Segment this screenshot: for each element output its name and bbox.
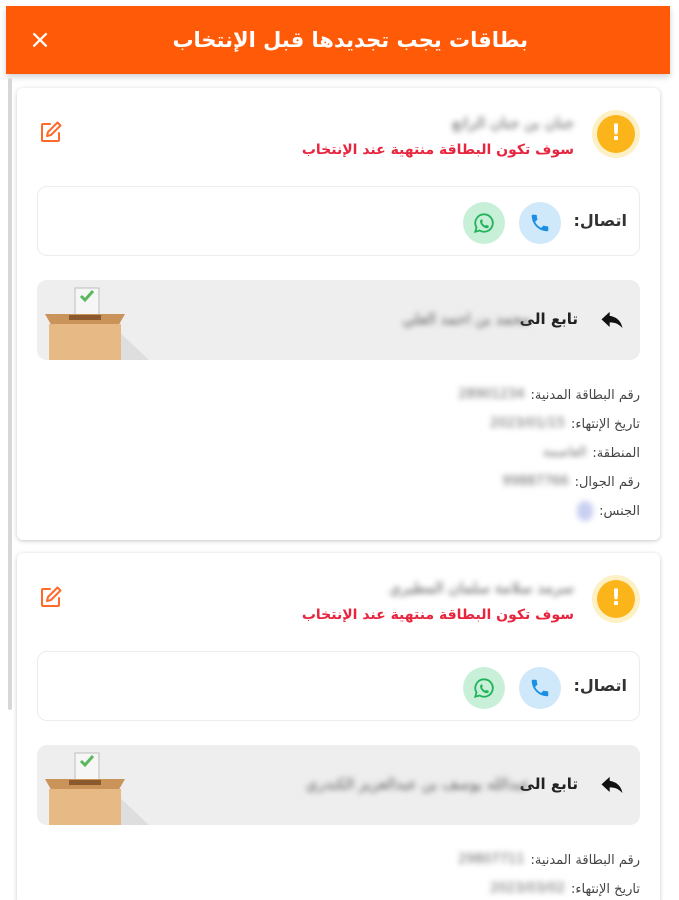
mobile-row: رقم الجوال: 99887766 bbox=[240, 471, 640, 500]
follow-name: عبدالله يوسف بن عبدالعزيز الكندري bbox=[305, 775, 530, 793]
gender-value: ذ bbox=[577, 500, 594, 521]
expiry-value: 2023/03/02 bbox=[490, 881, 565, 896]
civil-id-value: 29807711 bbox=[458, 852, 525, 867]
follow-name: محمد بن احمد العلي bbox=[402, 310, 530, 328]
phone-button[interactable] bbox=[519, 667, 561, 709]
gender-label: الجنس: bbox=[599, 504, 640, 519]
voter-info: رقم البطاقة المدنية: 28901234 تاريخ الإنت… bbox=[240, 384, 640, 529]
phone-icon bbox=[531, 214, 549, 232]
civil-id-value: 28901234 bbox=[458, 387, 525, 402]
contact-section: اتصال: bbox=[37, 186, 640, 256]
region-value: العاصمة bbox=[543, 445, 587, 460]
whatsapp-icon bbox=[473, 678, 494, 699]
reply-icon bbox=[601, 311, 623, 329]
phone-icon bbox=[531, 679, 549, 697]
civil-id-label: رقم البطاقة المدنية: bbox=[530, 853, 640, 868]
voter-info: رقم البطاقة المدنية: 29807711 تاريخ الإنت… bbox=[240, 849, 640, 900]
civil-id-row: رقم البطاقة المدنية: 28901234 bbox=[240, 384, 640, 413]
follow-section[interactable]: تابع الى عبدالله يوسف بن عبدالعزيز الكند… bbox=[37, 745, 640, 825]
expiry-value: 2023/01/15 bbox=[490, 416, 565, 431]
expiry-label: تاريخ الإنتهاء: bbox=[570, 882, 640, 897]
scrollbar[interactable] bbox=[8, 78, 12, 710]
whatsapp-button[interactable] bbox=[463, 667, 505, 709]
phone-button[interactable] bbox=[519, 202, 561, 244]
whatsapp-icon bbox=[473, 213, 494, 234]
gender-row: الجنس: ذ bbox=[240, 500, 640, 529]
mobile-value: 99887766 bbox=[502, 474, 569, 489]
expiry-label: تاريخ الإنتهاء: bbox=[570, 417, 640, 432]
expiry-row: تاريخ الإنتهاء: 2023/03/02 bbox=[240, 878, 640, 900]
civil-id-row: رقم البطاقة المدنية: 29807711 bbox=[240, 849, 640, 878]
mobile-label: رقم الجوال: bbox=[574, 475, 640, 490]
voter-name: جنان بن جنان الراتع bbox=[451, 114, 574, 132]
region-row: المنطقة: العاصمة bbox=[240, 442, 640, 471]
exclamation-icon: ! bbox=[597, 580, 635, 618]
ballot-box-icon bbox=[45, 287, 149, 360]
close-icon[interactable]: × bbox=[26, 26, 54, 54]
warning-badge: ! bbox=[592, 110, 640, 158]
civil-id-label: رقم البطاقة المدنية: bbox=[530, 388, 640, 403]
contact-label: اتصال: bbox=[573, 211, 627, 230]
warning-text: سوف تكون البطاقة منتهية عند الإنتخاب bbox=[301, 142, 574, 158]
exclamation-icon: ! bbox=[597, 115, 635, 153]
warning-text: سوف تكون البطاقة منتهية عند الإنتخاب bbox=[301, 607, 574, 623]
warning-badge: ! bbox=[592, 575, 640, 623]
voter-card: ! سرمد سلامة سلمان المطيري سوف تكون البط… bbox=[17, 553, 660, 900]
contact-label: اتصال: bbox=[573, 676, 627, 695]
whatsapp-button[interactable] bbox=[463, 202, 505, 244]
ballot-box-icon bbox=[45, 752, 149, 825]
region-label: المنطقة: bbox=[592, 446, 640, 461]
follow-section[interactable]: تابع الى محمد بن احمد العلي bbox=[37, 280, 640, 360]
contact-section: اتصال: bbox=[37, 651, 640, 721]
voter-name: سرمد سلامة سلمان المطيري bbox=[389, 579, 574, 597]
reply-icon bbox=[601, 776, 623, 794]
edit-icon[interactable] bbox=[39, 120, 63, 144]
dialog-header: بطاقات يجب تجديدها قبل الإنتخاب × bbox=[6, 6, 670, 74]
voter-card: ! جنان بن جنان الراتع سوف تكون البطاقة م… bbox=[17, 88, 660, 540]
dialog-title: بطاقات يجب تجديدها قبل الإنتخاب bbox=[172, 28, 528, 52]
expiry-row: تاريخ الإنتهاء: 2023/01/15 bbox=[240, 413, 640, 442]
edit-icon[interactable] bbox=[39, 585, 63, 609]
